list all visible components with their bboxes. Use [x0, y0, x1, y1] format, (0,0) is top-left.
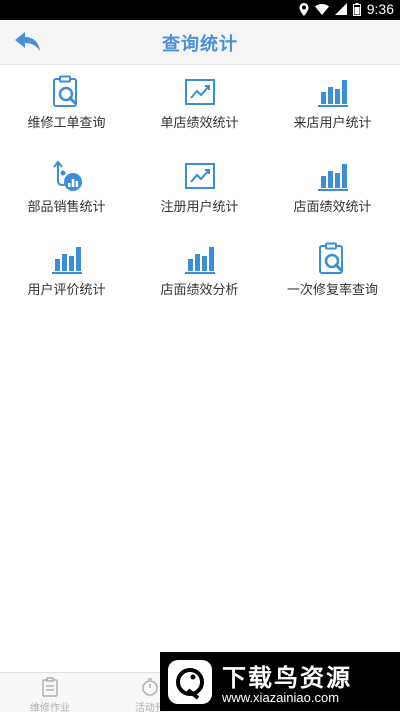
- clipboard-search-icon: [52, 75, 77, 107]
- watermark-title: 下载鸟资源: [222, 664, 352, 692]
- menu-item-label: 来店用户统计: [293, 116, 372, 131]
- app-header: 查询统计: [0, 20, 400, 65]
- status-bar: 9:36: [0, 0, 400, 20]
- menu-item-label: 部品销售统计: [27, 200, 106, 215]
- signal-icon: [334, 3, 347, 15]
- status-time: 9:36: [366, 1, 394, 17]
- menu-item-user-ratings[interactable]: 用户评价统计: [0, 242, 133, 312]
- battery-icon: [352, 2, 361, 16]
- menu-item-parts-sales[interactable]: 部品销售统计: [0, 159, 133, 229]
- menu-item-label: 一次修复率查询: [286, 283, 378, 298]
- menu-item-label: 维修工单查询: [27, 116, 106, 131]
- menu-item-label: 注册用户统计: [160, 200, 239, 215]
- trend-chart-icon: [184, 163, 215, 189]
- bar-chart-icon: [317, 80, 348, 107]
- page-title: 查询统计: [162, 34, 238, 55]
- menu-item-label: 单店绩效统计: [160, 116, 239, 131]
- watermark-url: www.xiazainiao.com: [222, 690, 340, 705]
- bar-chart-icon: [317, 164, 348, 191]
- menu-item-label: 用户评价统计: [27, 283, 106, 298]
- watermark-logo: [168, 660, 212, 704]
- location-icon: [299, 2, 309, 16]
- bar-chart-icon: [51, 247, 82, 274]
- clipboard-search-icon: [318, 242, 343, 274]
- menu-item-visitor-stats[interactable]: 来店用户统计: [266, 75, 399, 145]
- menu-item-label: 店面绩效分析: [160, 283, 239, 298]
- menu-item-storefront-performance[interactable]: 店面绩效统计: [266, 159, 399, 229]
- menu-item-store-performance[interactable]: 单店绩效统计: [133, 75, 266, 145]
- menu-item-registered-users[interactable]: 注册用户统计: [133, 159, 266, 229]
- parts-sales-icon: [52, 160, 82, 191]
- bird-logo-icon: [176, 668, 204, 700]
- clipboard-icon: [42, 677, 58, 697]
- tab-repair-work[interactable]: 维修作业: [0, 677, 100, 714]
- bar-chart-icon: [184, 247, 215, 274]
- status-icons: 9:36: [299, 1, 394, 17]
- menu-item-first-fix-rate[interactable]: 一次修复率查询: [266, 242, 399, 312]
- watermark: 下载鸟资源 www.xiazainiao.com: [160, 652, 400, 711]
- tab-label: 维修作业: [30, 703, 70, 714]
- stopwatch-icon: [142, 678, 158, 696]
- menu-item-storefront-analysis[interactable]: 店面绩效分析: [133, 242, 266, 312]
- wifi-icon: [314, 4, 329, 15]
- trend-chart-icon: [184, 79, 215, 105]
- menu-item-repair-order-query[interactable]: 维修工单查询: [0, 75, 133, 145]
- menu-item-label: 店面绩效统计: [293, 200, 372, 215]
